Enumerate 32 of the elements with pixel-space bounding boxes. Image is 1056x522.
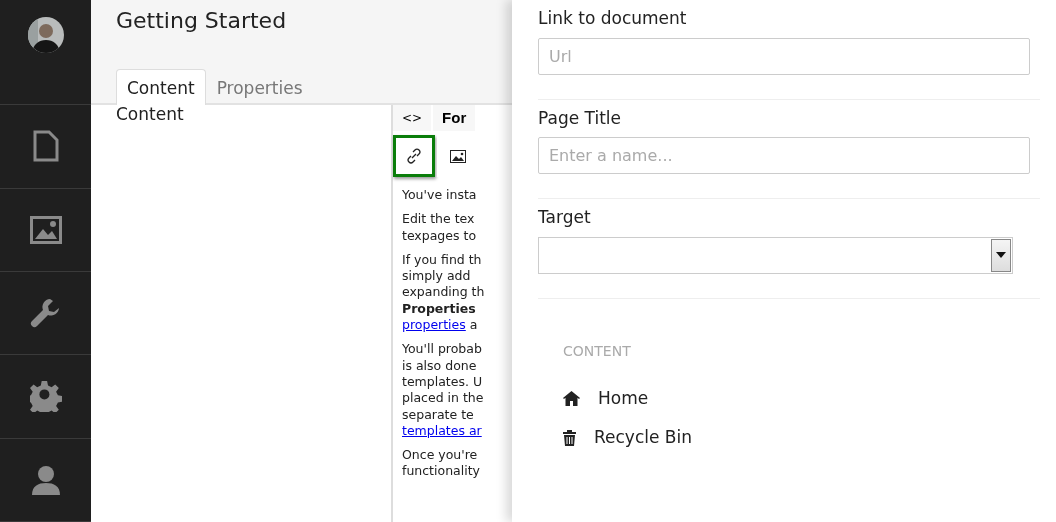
paragraph: Once you're functionality (402, 447, 481, 480)
content-label: Content (116, 104, 184, 124)
paragraph: You'll probab is also done templates. U placed in the separate te templates ar (402, 341, 485, 440)
paragraph: You've insta (402, 187, 478, 204)
page-title: Getting Started (116, 8, 288, 35)
settings-icon[interactable] (29, 380, 62, 413)
text-link[interactable]: templates ar (402, 422, 482, 438)
image-icon[interactable] (29, 215, 62, 244)
tab[interactable]: Content (116, 68, 206, 105)
caret-icon (996, 252, 1006, 258)
code-button[interactable]: <> (393, 105, 432, 131)
image-icon (450, 149, 466, 163)
document-icon[interactable] (32, 130, 59, 163)
trash-icon (563, 429, 576, 446)
paragraph: If you find th simply add expanding th Properties properties a (402, 251, 486, 334)
user-icon[interactable] (30, 464, 61, 495)
tree-item[interactable]: Home (598, 385, 649, 411)
home-icon (563, 390, 580, 406)
section-heading: CONTENT (563, 341, 632, 361)
input-field[interactable]: Enter a name... (538, 137, 1030, 174)
format-button[interactable]: For (433, 105, 476, 131)
wrench-icon[interactable] (29, 297, 62, 330)
field-label: Target (538, 206, 591, 229)
tree-item[interactable]: Recycle Bin (594, 425, 692, 451)
field-label: Page Title (538, 106, 621, 130)
tab[interactable]: Properties (205, 68, 314, 105)
text-link[interactable]: properties (402, 317, 466, 333)
paragraph: Edit the tex texpages to (402, 211, 478, 244)
input-field[interactable]: Url (538, 37, 1030, 75)
link-button[interactable] (393, 135, 435, 177)
link-icon (406, 148, 422, 164)
field-label: Link to document (538, 7, 687, 30)
